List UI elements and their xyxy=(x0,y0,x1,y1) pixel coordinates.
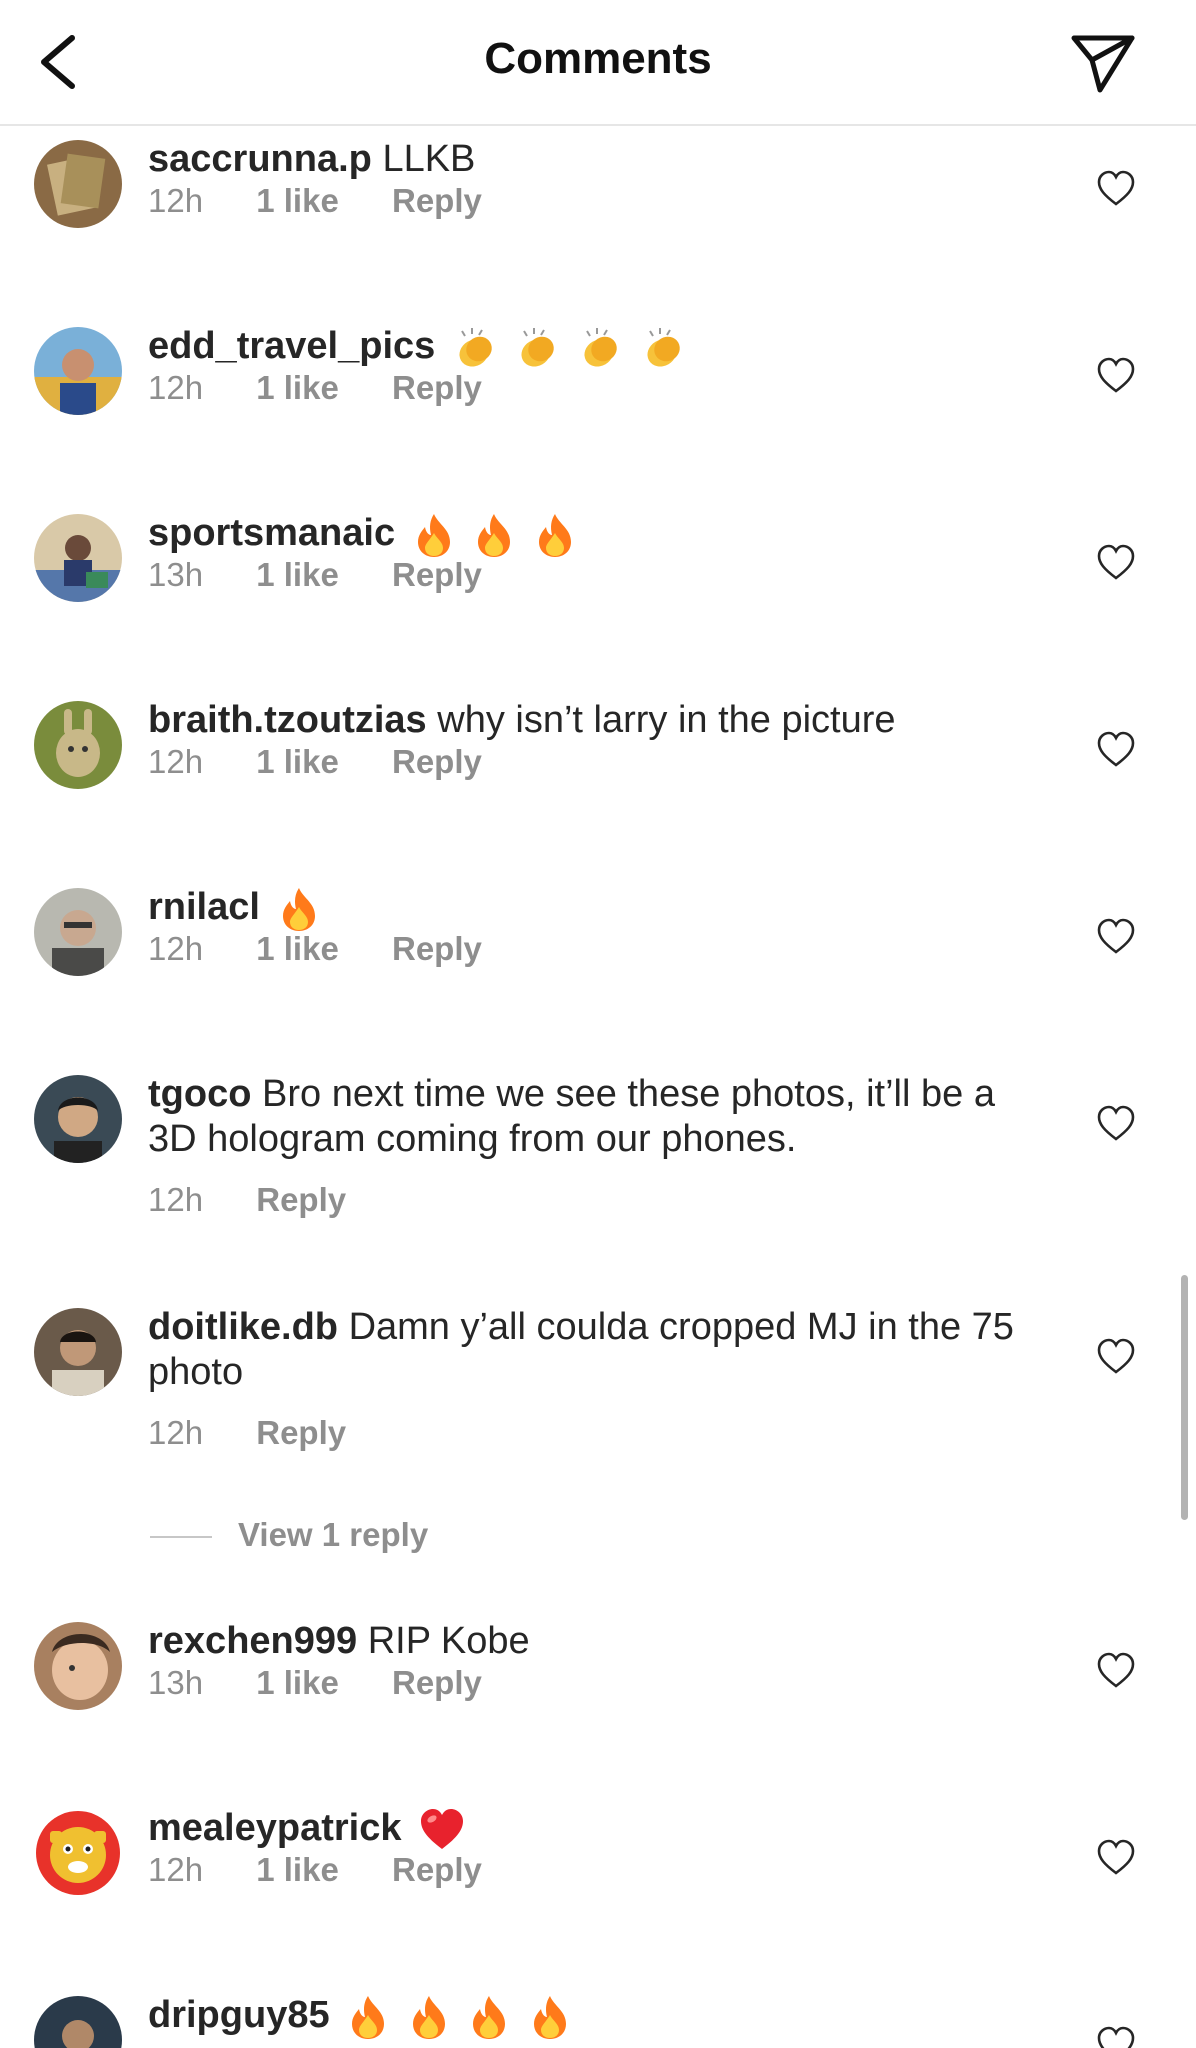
fire-emoji-group xyxy=(340,1994,572,2039)
fire-icon xyxy=(412,1996,445,2039)
heart-outline-icon[interactable] xyxy=(1096,2025,1136,2048)
reply-button[interactable]: Reply xyxy=(392,179,482,223)
comment-meta: 13h 1 like Reply xyxy=(148,553,526,597)
avatar[interactable] xyxy=(34,327,122,415)
view-replies-label: View 1 reply xyxy=(238,1516,429,1553)
reply-button[interactable]: Reply xyxy=(256,1178,346,1222)
share-button[interactable] xyxy=(1068,30,1138,94)
heart-outline-icon[interactable] xyxy=(1096,917,1136,957)
heart-outline-icon[interactable] xyxy=(1096,1337,1136,1377)
comment-text: LLKB xyxy=(382,138,476,180)
comment-likes[interactable]: 1 like xyxy=(256,927,339,971)
fire-icon xyxy=(352,1996,385,2039)
reply-button[interactable]: Reply xyxy=(392,553,482,597)
clapping-hands-icon xyxy=(584,327,617,367)
comment-time: 12h xyxy=(148,369,204,406)
comment-username[interactable]: braith.tzoutzias xyxy=(148,699,427,741)
comment-likes[interactable]: 1 like xyxy=(256,366,339,410)
comment-username[interactable]: rexchen999 xyxy=(148,1620,357,1662)
reply-button[interactable]: Reply xyxy=(392,927,482,971)
heart-outline-icon[interactable] xyxy=(1096,1838,1136,1878)
comment-time: 12h xyxy=(148,1414,204,1451)
paper-plane-icon xyxy=(1071,35,1135,93)
comment-likes[interactable]: 1 like xyxy=(256,1661,339,1705)
clapping-hands-icon xyxy=(459,327,492,367)
comment-time: 13h xyxy=(148,556,204,593)
comment-likes[interactable]: 1 like xyxy=(256,740,339,784)
red-heart-icon xyxy=(421,1808,464,1849)
comment-time: 13h xyxy=(148,1664,204,1701)
comment-meta: 12h 1 like Reply xyxy=(148,927,526,971)
comment-time: 12h xyxy=(148,930,204,967)
comment-username[interactable]: mealeypatrick xyxy=(148,1807,402,1849)
reply-divider-line xyxy=(150,1536,212,1539)
fire-icon xyxy=(478,514,511,557)
heart-outline-icon[interactable] xyxy=(1096,169,1136,209)
fire-icon xyxy=(538,514,571,557)
avatar[interactable] xyxy=(34,514,122,602)
comment-username[interactable]: rnilacl xyxy=(148,886,260,928)
comment-meta: 12h Reply xyxy=(148,1178,390,1222)
reply-button[interactable]: Reply xyxy=(392,366,482,410)
comments-screen: Comments saccrunna.p LLKB 12h 1 like Rep… xyxy=(0,0,1196,2048)
comment-meta: 12h Reply xyxy=(148,1411,390,1455)
comment-time: 12h xyxy=(148,182,204,219)
page-title: Comments xyxy=(484,34,712,83)
comment-text: RIP Kobe xyxy=(367,1620,530,1662)
avatar[interactable] xyxy=(34,701,122,789)
comment-time: 12h xyxy=(148,1851,204,1888)
comment-likes[interactable]: 1 like xyxy=(256,179,339,223)
comment-username[interactable]: dripguy85 xyxy=(148,1994,330,2036)
comment-username[interactable]: saccrunna.p xyxy=(148,138,372,180)
comment-username[interactable]: tgoco xyxy=(148,1073,251,1115)
comment-username[interactable]: doitlike.db xyxy=(148,1306,338,1348)
comment-time: 12h xyxy=(148,743,204,780)
avatar[interactable] xyxy=(34,1308,122,1396)
reply-button[interactable]: Reply xyxy=(256,1411,346,1455)
comment-time: 12h xyxy=(148,1181,204,1218)
heart-outline-icon[interactable] xyxy=(1096,1651,1136,1691)
heart-outline-icon[interactable] xyxy=(1096,356,1136,396)
clapping-hands-icon xyxy=(521,327,555,367)
fire-icon xyxy=(533,1996,566,2039)
comment-username[interactable]: sportsmanaic xyxy=(148,512,395,554)
fire-icon xyxy=(473,1996,506,2039)
reply-button[interactable]: Reply xyxy=(392,740,482,784)
heart-outline-icon[interactable] xyxy=(1096,543,1136,583)
avatar[interactable] xyxy=(34,140,122,228)
avatar[interactable] xyxy=(34,1075,122,1163)
comment-meta: 13h 1 like Reply xyxy=(148,1661,526,1705)
reply-button[interactable]: Reply xyxy=(392,1848,482,1892)
clap-emoji-group xyxy=(446,325,686,367)
comment-likes[interactable]: 1 like xyxy=(256,1848,339,1892)
comment-meta: 12h 1 like Reply xyxy=(148,1848,526,1892)
reply-button[interactable]: Reply xyxy=(392,1661,482,1705)
fire-icon xyxy=(417,514,450,557)
heart-outline-icon[interactable] xyxy=(1096,730,1136,770)
avatar[interactable] xyxy=(34,1996,122,2048)
comment-meta: 12h 1 like Reply xyxy=(148,740,526,784)
comment-username[interactable]: edd_travel_pics xyxy=(148,325,435,367)
header-bar: Comments xyxy=(0,0,1196,126)
avatar[interactable] xyxy=(34,1622,122,1710)
avatar[interactable] xyxy=(34,888,122,976)
clapping-hands-icon xyxy=(646,327,680,367)
comment-text: why isn’t larry in the picture xyxy=(437,699,896,741)
comment-text: Bro next time we see these photos, it’ll… xyxy=(148,1073,995,1160)
heart-outline-icon[interactable] xyxy=(1096,1104,1136,1144)
avatar[interactable] xyxy=(34,1809,122,1897)
comment-meta: 12h 1 like Reply xyxy=(148,366,526,410)
view-replies-button[interactable]: View 1 reply xyxy=(150,1513,428,1557)
comment-meta: 12h 1 like Reply xyxy=(148,179,526,223)
fire-emoji-group xyxy=(406,512,577,557)
comment-likes[interactable]: 1 like xyxy=(256,553,339,597)
fire-icon xyxy=(282,888,315,931)
scrollbar[interactable] xyxy=(1181,1275,1188,1520)
